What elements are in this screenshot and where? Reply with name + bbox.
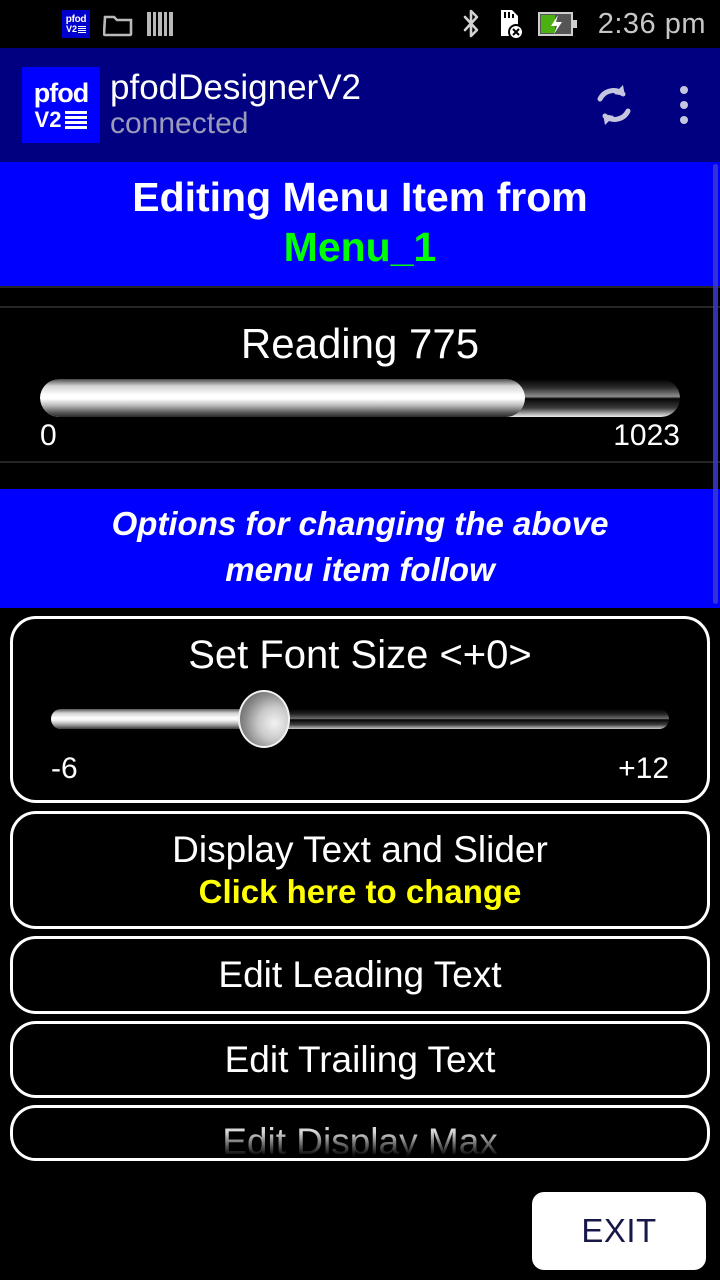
set-font-size-card[interactable]: Set Font Size <+0> -6 +12 <box>10 616 710 804</box>
exit-button-label: EXIT <box>581 1212 657 1249</box>
reading-block: Reading 775 0 1023 <box>0 308 720 461</box>
spacer <box>0 288 720 307</box>
edit-trailing-text-label: Edit Trailing Text <box>224 1038 496 1080</box>
battery-charging-icon <box>537 12 577 36</box>
pfod-app-icon: pfod V2 <box>62 10 90 38</box>
vertical-scrollbar[interactable] <box>713 164 718 604</box>
edit-leading-text-button[interactable]: Edit Leading Text <box>10 935 710 1014</box>
app-logo: pfod V2 <box>22 67 100 143</box>
status-bar: pfod V2 2:36 pm <box>0 0 720 48</box>
overflow-menu-icon[interactable] <box>674 80 694 130</box>
pfod-content: Editing Menu Item from Menu_1 Reading 77… <box>0 162 720 1280</box>
options-banner-line2: menu item follow <box>225 551 495 589</box>
font-size-slider-fill <box>51 709 265 730</box>
font-size-max-label: +12 <box>618 752 669 786</box>
edit-display-max-button[interactable]: Edit Display Max <box>10 1105 710 1162</box>
barcode-icon <box>147 12 173 36</box>
app-logo-bottom-text: V2 <box>35 108 88 131</box>
spacer <box>0 462 720 489</box>
reading-progress-fill <box>40 378 526 417</box>
reading-label: Reading 775 <box>240 320 480 368</box>
status-bar-clock: 2:36 pm <box>597 7 706 40</box>
options-banner: Options for changing the above menu item… <box>0 488 720 609</box>
app-logo-top-text: pfod <box>33 77 89 108</box>
reading-range-labels: 0 1023 <box>40 419 680 453</box>
folder-icon <box>103 15 133 37</box>
pfod-app-icon-top-text: pfod <box>65 13 87 25</box>
status-bar-right-icons: 2:36 pm <box>460 8 706 41</box>
edit-display-max-label: Edit Display Max <box>222 1121 498 1162</box>
font-size-slider[interactable] <box>51 690 669 749</box>
app-bar: pfod V2 pfodDesignerV2 connected <box>0 48 720 162</box>
reading-min-label: 0 <box>40 418 57 452</box>
pfod-app-icon-bottom-text: V2 <box>66 24 86 34</box>
editing-header-banner: Editing Menu Item from Menu_1 <box>0 162 720 287</box>
display-text-and-slider-label: Display Text and Slider <box>172 829 548 871</box>
reading-max-label: 1023 <box>613 418 680 452</box>
exit-button[interactable]: EXIT <box>532 1192 706 1270</box>
refresh-icon[interactable] <box>588 79 640 131</box>
font-size-slider-thumb[interactable] <box>238 690 291 749</box>
hamburger-lines-icon <box>65 110 88 129</box>
phone-screen: pfod V2 2:36 pm pfod V2 pfodDesignerV2 c… <box>0 0 720 1280</box>
connection-status: connected <box>110 106 249 140</box>
font-size-range-labels: -6 +12 <box>51 752 669 786</box>
display-text-and-slider-hint: Click here to change <box>198 872 522 910</box>
sdcard-removed-icon <box>500 10 524 40</box>
edit-trailing-text-button[interactable]: Edit Trailing Text <box>10 1020 710 1099</box>
set-font-size-title: Set Font Size <+0> <box>188 633 532 678</box>
display-text-and-slider-button[interactable]: Display Text and Slider Click here to ch… <box>10 811 710 929</box>
status-bar-left-icons: pfod V2 <box>62 10 174 38</box>
app-bar-actions <box>588 79 698 131</box>
app-bar-titles: pfodDesignerV2 connected <box>110 68 361 140</box>
hamburger-lines-icon <box>78 25 86 33</box>
edit-leading-text-label: Edit Leading Text <box>218 953 502 995</box>
bluetooth-icon <box>463 9 479 38</box>
options-banner-line1: Options for changing the above <box>111 504 609 542</box>
editing-header-line1: Editing Menu Item from <box>132 174 588 220</box>
reading-progress-bar <box>40 378 680 417</box>
app-title: pfodDesignerV2 <box>110 68 361 108</box>
font-size-min-label: -6 <box>51 752 78 786</box>
editing-header-menu-name: Menu_1 <box>283 224 437 271</box>
